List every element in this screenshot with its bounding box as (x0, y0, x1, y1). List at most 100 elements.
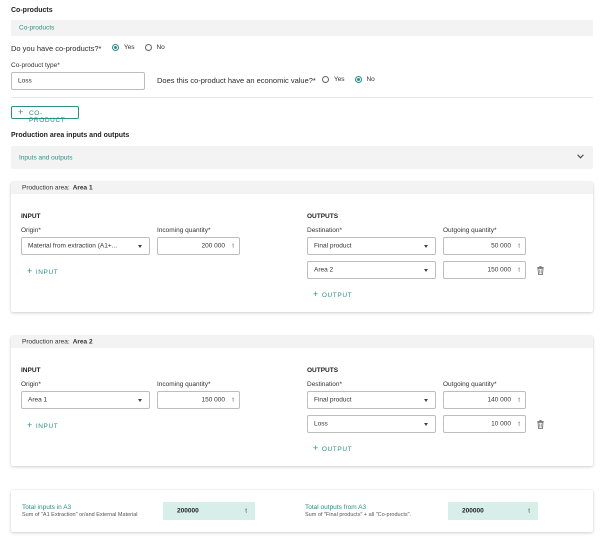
totals-summary-card: Total inputs in A3 Sum of "A1 Extraction… (11, 490, 593, 532)
area-prefix: Production area: (22, 338, 70, 346)
outgoing-value: 140 000 (487, 396, 512, 404)
add-input-label: INPUT (35, 269, 59, 276)
coproducts-accordion[interactable]: Co-products (11, 20, 593, 36)
outputs-heading: OUTPUTS (307, 367, 339, 374)
destination-select[interactable]: Area 2 (307, 261, 436, 279)
add-output-label: OUTPUT (321, 292, 353, 299)
inputs-outputs-accordion[interactable]: Inputs and outputs (11, 146, 593, 169)
unit-label: t (518, 266, 520, 274)
caret-down-icon (424, 422, 428, 426)
divider (11, 97, 593, 98)
inputs-outputs-accordion-label: Inputs and outputs (19, 154, 73, 161)
origin-label: Origin* (21, 381, 41, 388)
destination-value: Loss (314, 420, 328, 428)
total-outputs-subtitle: Sum of "Final products" + all "Co-produc… (305, 512, 412, 518)
caret-down-icon (138, 398, 142, 402)
unit-label: t (232, 242, 234, 250)
outgoing-label: Outgoing quantity* (443, 227, 497, 234)
outgoing-quantity-field[interactable]: 140 000 t (443, 391, 526, 409)
economic-radio-no[interactable] (354, 76, 362, 83)
outgoing-value: 10 000 (491, 420, 511, 428)
outgoing-label: Outgoing quantity* (443, 381, 497, 388)
area-prefix: Production area: (22, 184, 70, 192)
radio-yes-label: Yes (123, 44, 135, 52)
total-inputs-subtitle: Sum of "A1 Extraction" or/and External M… (22, 512, 138, 518)
outgoing-value: 50 000 (491, 242, 511, 250)
add-coproduct-button[interactable]: + CO-PRODUCT (11, 106, 79, 124)
outgoing-value: 150 000 (487, 266, 512, 274)
unit-label: t (518, 396, 520, 404)
outgoing-quantity-field[interactable]: 150 000 t (443, 261, 526, 279)
total-inputs-value-box: 200000 t (163, 502, 255, 520)
production-area-card-1: Production area: Area 1 INPUT Origin* Mat… (11, 182, 593, 312)
caret-down-icon (424, 268, 428, 272)
coproduct-type-value: Loss (18, 77, 32, 85)
incoming-quantity-field[interactable]: 150 000 t (157, 391, 240, 409)
add-input-label: INPUT (35, 423, 59, 430)
total-outputs-value: 200000 (462, 507, 484, 515)
coproducts-title: Co-products (11, 7, 53, 14)
outgoing-quantity-field[interactable]: 10 000 t (443, 415, 526, 433)
add-input-button[interactable]: + INPUT (27, 266, 58, 276)
add-output-label: OUTPUT (321, 446, 353, 453)
origin-value: Area 1 (28, 396, 48, 404)
trash-icon[interactable] (537, 420, 544, 429)
radio-no[interactable] (144, 44, 152, 51)
card-header: Production area: Area 2 (11, 336, 593, 348)
radio-no-label: No (156, 44, 165, 52)
plus-icon: + (313, 289, 319, 299)
coproduct-type-field[interactable]: Loss (11, 72, 145, 90)
origin-select[interactable]: Area 1 (21, 391, 150, 409)
plus-icon: + (18, 107, 24, 117)
total-outputs-value-box: 200000 t (448, 502, 538, 520)
unit-label: t (518, 242, 520, 250)
coproduct-type-label: Co-product type* (11, 62, 60, 69)
input-heading: INPUT (21, 213, 41, 220)
destination-select[interactable]: Final product (307, 237, 436, 255)
incoming-label: Incoming quantity* (157, 381, 211, 388)
caret-down-icon (138, 244, 142, 248)
add-input-button[interactable]: + INPUT (27, 420, 58, 430)
destination-select[interactable]: Final product (307, 391, 436, 409)
production-title: Production area inputs and outputs (11, 132, 130, 139)
add-coproduct-label: CO-PRODUCT (29, 110, 66, 124)
coproducts-radio-group: Yes No (112, 44, 165, 51)
area-name: Area 1 (72, 184, 93, 192)
unit-label: t (518, 420, 520, 428)
caret-down-icon (424, 398, 428, 402)
area-name: Area 2 (72, 338, 93, 346)
destination-value: Final product (314, 242, 352, 250)
incoming-label: Incoming quantity* (157, 227, 211, 234)
card-header: Production area: Area 1 (11, 182, 593, 194)
plus-icon: + (313, 443, 319, 453)
unit-label: t (232, 396, 234, 404)
economic-radio-yes[interactable] (322, 76, 329, 83)
economic-radio-yes-label: Yes (333, 76, 345, 84)
outgoing-quantity-field[interactable]: 50 000 t (443, 237, 526, 255)
destination-label: Destination* (307, 381, 343, 388)
plus-icon: + (27, 420, 33, 430)
destination-label: Destination* (307, 227, 343, 234)
coproducts-question: Do you have co-products?* (11, 44, 102, 53)
economic-radio-no-label: No (366, 76, 375, 84)
incoming-value: 150 000 (201, 396, 226, 404)
origin-value: Material from extraction (A1+... (28, 242, 118, 250)
destination-select[interactable]: Loss (307, 415, 436, 433)
radio-yes[interactable] (112, 44, 119, 51)
caret-down-icon (424, 244, 428, 248)
origin-label: Origin* (21, 227, 41, 234)
total-outputs-title: Total outputs from A3 (305, 504, 367, 511)
destination-value: Area 2 (314, 266, 334, 274)
total-inputs-title: Total inputs in A3 (22, 504, 72, 511)
unit-label: t (245, 507, 247, 515)
trash-icon[interactable] (537, 266, 544, 275)
production-area-card-2: Production area: Area 2 INPUT Origin* Are… (11, 336, 593, 466)
incoming-quantity-field[interactable]: 200 000 t (157, 237, 240, 255)
input-heading: INPUT (21, 367, 41, 374)
origin-select[interactable]: Material from extraction (A1+... (21, 237, 150, 255)
economic-value-question: Does this co-product have an economic va… (157, 76, 316, 85)
plus-icon: + (27, 266, 33, 276)
coproducts-accordion-label: Co-products (19, 24, 55, 32)
add-output-button[interactable]: + OUTPUT (313, 443, 352, 453)
add-output-button[interactable]: + OUTPUT (313, 289, 352, 299)
